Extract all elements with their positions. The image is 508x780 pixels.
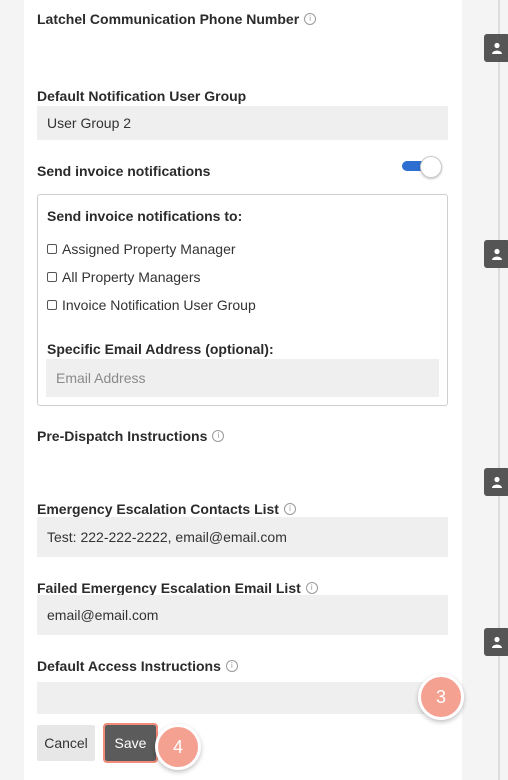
email-placeholder: Email Address <box>56 370 146 386</box>
checkbox-all-pms[interactable] <box>47 272 57 282</box>
toggle-knob <box>420 156 442 178</box>
invoice-recipients-box: Send invoice notifications to: Assigned … <box>37 194 448 406</box>
user-icon-glyph <box>492 476 502 488</box>
email-label: Specific Email Address (optional): <box>47 341 274 357</box>
option-all-pms[interactable]: All Property Managers <box>47 269 201 285</box>
failed-escalation-label-text: Failed Emergency Escalation Email List <box>37 580 301 596</box>
cancel-button[interactable]: Cancel <box>37 725 95 761</box>
email-input[interactable]: Email Address <box>46 359 439 397</box>
failed-escalation-value: email@email.com <box>47 607 159 623</box>
option-label: Assigned Property Manager <box>62 241 236 257</box>
user-icon[interactable] <box>484 240 508 268</box>
user-icon-glyph <box>492 248 502 260</box>
user-group-label: Default Notification User Group <box>37 88 246 104</box>
failed-escalation-input[interactable]: email@email.com <box>37 595 448 635</box>
escalation-value: Test: 222-222-2222, email@email.com <box>47 529 287 545</box>
step-3-marker: 3 <box>418 674 464 720</box>
info-icon[interactable]: i <box>305 582 318 594</box>
user-icon[interactable] <box>484 468 508 496</box>
send-invoice-toggle[interactable] <box>402 156 442 178</box>
escalation-input[interactable]: Test: 222-222-2222, email@email.com <box>37 517 448 557</box>
user-icon-glyph <box>492 42 502 54</box>
user-group-label-text: Default Notification User Group <box>37 88 247 104</box>
access-label: Default Access Instructions i <box>37 658 238 674</box>
user-group-select[interactable]: User Group 2 <box>37 106 448 140</box>
phone-number-label-text: Latchel Communication Phone Number <box>37 11 300 27</box>
user-group-value: User Group 2 <box>47 115 132 131</box>
failed-escalation-label: Failed Emergency Escalation Email List i <box>37 580 318 596</box>
info-icon[interactable]: i <box>225 660 238 672</box>
info-icon[interactable]: i <box>212 430 225 442</box>
send-invoice-label-text: Send invoice notifications <box>37 163 211 179</box>
access-label-text: Default Access Instructions <box>37 658 221 674</box>
user-icon-glyph <box>492 636 502 648</box>
invoice-recipients-title: Send invoice notifications to: <box>47 208 243 224</box>
checkbox-assigned-pm[interactable] <box>47 244 57 254</box>
checkbox-user-group[interactable] <box>47 300 57 310</box>
user-icon[interactable] <box>484 34 508 62</box>
access-input[interactable] <box>37 682 448 714</box>
pre-dispatch-label-text: Pre-Dispatch Instructions <box>37 428 208 444</box>
escalation-label-text: Emergency Escalation Contacts List <box>37 501 279 517</box>
step-4-marker: 4 <box>155 724 201 770</box>
send-invoice-label: Send invoice notifications <box>37 163 210 179</box>
phone-number-label: Latchel Communication Phone Number i <box>37 11 317 27</box>
info-icon[interactable]: i <box>304 13 317 25</box>
user-icon[interactable] <box>484 628 508 656</box>
save-button[interactable]: Save <box>103 723 158 763</box>
timeline-line <box>498 0 500 780</box>
pre-dispatch-label: Pre-Dispatch Instructions i <box>37 428 225 444</box>
escalation-label: Emergency Escalation Contacts List i <box>37 501 296 517</box>
info-icon[interactable]: i <box>283 503 296 515</box>
option-label: Invoice Notification User Group <box>62 297 256 313</box>
option-assigned-pm[interactable]: Assigned Property Manager <box>47 241 236 257</box>
option-label: All Property Managers <box>62 269 201 285</box>
option-user-group[interactable]: Invoice Notification User Group <box>47 297 256 313</box>
